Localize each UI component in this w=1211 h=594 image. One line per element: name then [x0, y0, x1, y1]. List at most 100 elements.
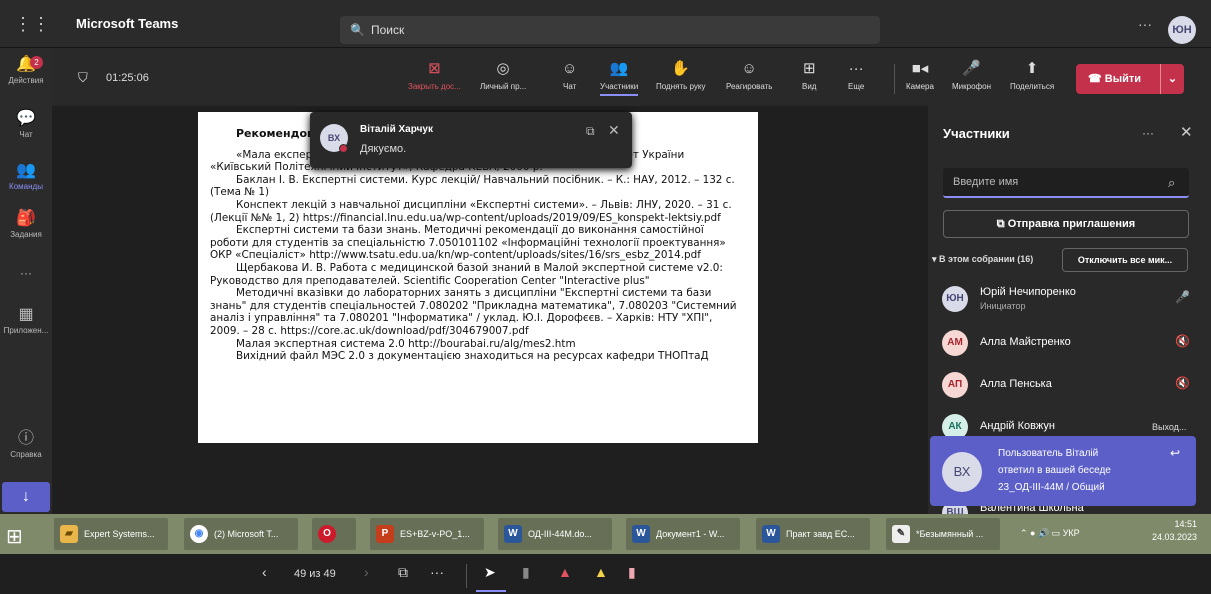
rail-item-activity[interactable]: 2 🔔 Действия	[0, 56, 52, 85]
document-paragraph: Вихідний файл МЭС 2.0 з документацією зн…	[236, 350, 709, 363]
taskbar-item[interactable]: ▰ Expert Systems...	[54, 518, 168, 550]
leave-button[interactable]: ☎ Выйти ⌄	[1076, 64, 1184, 94]
highlighter-icon[interactable]: ▲	[594, 564, 608, 580]
opera-icon: O	[318, 525, 336, 543]
mute-all-button[interactable]: Отключить все мик...	[1062, 248, 1188, 272]
taskbar-item[interactable]: W ОД-ІІІ-44М.do...	[498, 518, 612, 550]
chat-button[interactable]: ☺ Чат	[562, 60, 577, 91]
close-icon[interactable]: ✕	[608, 122, 620, 139]
taskbar-label: Практ завд ЕС...	[786, 529, 855, 539]
taskbar-label: Expert Systems...	[84, 529, 155, 539]
chevron-down-icon: ▾	[932, 254, 940, 264]
more-button[interactable]: ··· Еще	[848, 60, 864, 91]
taskbar-label: *Безымянный ...	[916, 529, 984, 539]
red-pen-icon[interactable]: ▲	[558, 564, 572, 580]
reply-notification[interactable]: ВХ Пользователь Віталій ответил в вашей …	[930, 436, 1196, 506]
rail-item-teams[interactable]: 👥 Команды	[0, 162, 52, 191]
more-icon[interactable]: ···	[430, 564, 444, 580]
microphone-button[interactable]: 🎤 Микрофон	[952, 60, 991, 91]
windows-start-icon[interactable]: ⊞	[6, 524, 23, 549]
participant-row[interactable]: ЮН Юрій Нечипоренко Инициатор 🎤	[942, 284, 1198, 314]
apps-icon: ▦	[18, 306, 34, 323]
download-button[interactable]: ↓	[2, 482, 50, 512]
next-page-icon[interactable]: ›	[364, 564, 369, 580]
user-avatar[interactable]: ЮН	[1168, 16, 1196, 44]
control-label: Микрофон	[952, 82, 991, 91]
reply-icon[interactable]: ⧉	[586, 124, 595, 139]
pointer-icon[interactable]: ➤	[484, 564, 496, 581]
bell-icon: 🔔	[16, 56, 36, 73]
previous-page-icon[interactable]: ‹	[262, 564, 267, 580]
assignments-icon: 🎒	[16, 210, 36, 227]
top-bar: ⋮⋮ Microsoft Teams 🔍 Поиск ··· ЮН	[0, 0, 1211, 48]
thumbnails-icon[interactable]: ⧉	[398, 564, 408, 581]
mic-off-icon: 🔇	[1175, 334, 1190, 348]
hand-icon: ✋	[671, 60, 691, 77]
share-button[interactable]: ⬆ Поделиться	[1010, 60, 1054, 91]
search-box[interactable]: 🔍 Поиск	[340, 16, 880, 44]
taskbar-item[interactable]: O	[312, 518, 356, 550]
rail-item-more[interactable]: ···	[0, 266, 52, 280]
app-rail: 2 🔔 Действия 💬 Чат 👥 Команды 🎒 Задания ·…	[0, 48, 52, 514]
participant-status: Выход...	[1152, 422, 1187, 432]
clock-date: 24.03.2023	[1152, 532, 1198, 542]
camera-icon: ■◂	[911, 60, 929, 77]
close-icon[interactable]: ✕	[1180, 123, 1193, 141]
participant-row[interactable]: АП Алла Пенська 🔇	[942, 370, 1198, 400]
chevron-down-icon[interactable]: ⌄	[1160, 64, 1184, 94]
control-label: Закрыть дос...	[408, 82, 461, 91]
powerpoint-icon: P	[376, 525, 394, 543]
shield-icon: ⛉	[78, 70, 88, 85]
chat-icon: 💬	[16, 110, 36, 127]
notification-line: ответил в вашей беседе	[998, 465, 1111, 476]
app-launcher-icon[interactable]: ⋮⋮	[14, 12, 50, 36]
raise-hand-button[interactable]: ✋ Поднять руку	[656, 60, 705, 91]
chat-message-toast[interactable]: ВХ Віталій Харчук Дякуємо. ⧉ ✕	[310, 112, 632, 168]
taskbar-item[interactable]: ◉ (2) Microsoft T...	[184, 518, 298, 550]
camera-button[interactable]: ■◂ Камера	[906, 60, 934, 91]
send-invite-button[interactable]: ⧉ Отправка приглашения	[943, 210, 1189, 238]
status-dot	[339, 144, 348, 153]
invite-label: Отправка приглашения	[1007, 218, 1136, 230]
private-view-button[interactable]: ◎ Личный пр...	[480, 60, 526, 91]
more-options-icon[interactable]: ···	[1138, 16, 1152, 32]
rail-item-help[interactable]: ⓘ Справка	[0, 430, 52, 459]
participant-search-input[interactable]	[943, 168, 1189, 198]
pen-icon[interactable]: ▮	[522, 564, 530, 581]
stop-sharing-button[interactable]: ⊠ Закрыть дос...	[408, 60, 461, 91]
message-text: Дякуємо.	[360, 143, 407, 155]
folder-icon: ▰	[60, 525, 78, 543]
notification-line: Пользователь Віталій	[998, 448, 1099, 459]
taskbar-item[interactable]: P ES+BZ-v-PO_1...	[370, 518, 484, 550]
rail-item-apps[interactable]: ▦ Приложен...	[0, 306, 52, 335]
app-name: Microsoft Teams	[76, 16, 179, 31]
document-paragraph: Малая экспертная система 2.0 http://bour…	[236, 337, 576, 350]
taskbar-label: (2) Microsoft T...	[214, 529, 279, 539]
taskbar-item[interactable]: W Документ1 - W...	[626, 518, 740, 550]
rail-item-chat[interactable]: 💬 Чат	[0, 110, 52, 139]
phone-icon: ☎	[1088, 73, 1105, 85]
taskbar-item[interactable]: W Практ завд ЕС...	[756, 518, 870, 550]
participant-name: Андрій Ковжун	[980, 420, 1055, 432]
search-icon[interactable]: ⌕	[1168, 175, 1175, 191]
react-button[interactable]: ☺ Реагировать	[726, 60, 772, 91]
meeting-timer: 01:25:06	[106, 72, 149, 84]
reply-icon[interactable]: ↩	[1170, 446, 1180, 460]
control-label: Участники	[600, 82, 639, 91]
view-button[interactable]: ⊞ Вид	[802, 60, 816, 91]
eye-icon: ◎	[496, 60, 510, 77]
participant-role: Инициатор	[980, 301, 1026, 311]
meeting-section-toggle[interactable]: ▾ В этом собрании (16)	[932, 254, 1033, 265]
participants-button[interactable]: 👥 Участники	[600, 60, 639, 96]
taskbar-item[interactable]: ✎ *Безымянный ...	[886, 518, 1000, 550]
eraser-icon[interactable]: ▮	[628, 564, 636, 581]
avatar: АМ	[942, 330, 968, 356]
system-clock[interactable]: 14:51 24.03.2023	[1152, 518, 1197, 544]
participant-row[interactable]: АМ Алла Майстренко 🔇	[942, 328, 1198, 358]
more-options-icon[interactable]: ···	[1142, 126, 1154, 140]
system-tray[interactable]: ⌃ ● 🔊 ▭ УКР	[1020, 528, 1080, 539]
control-label: Поднять руку	[656, 82, 706, 91]
word-icon: W	[504, 525, 522, 543]
rail-item-assignments[interactable]: 🎒 Задания	[0, 210, 52, 239]
rail-label: Команды	[9, 182, 43, 191]
